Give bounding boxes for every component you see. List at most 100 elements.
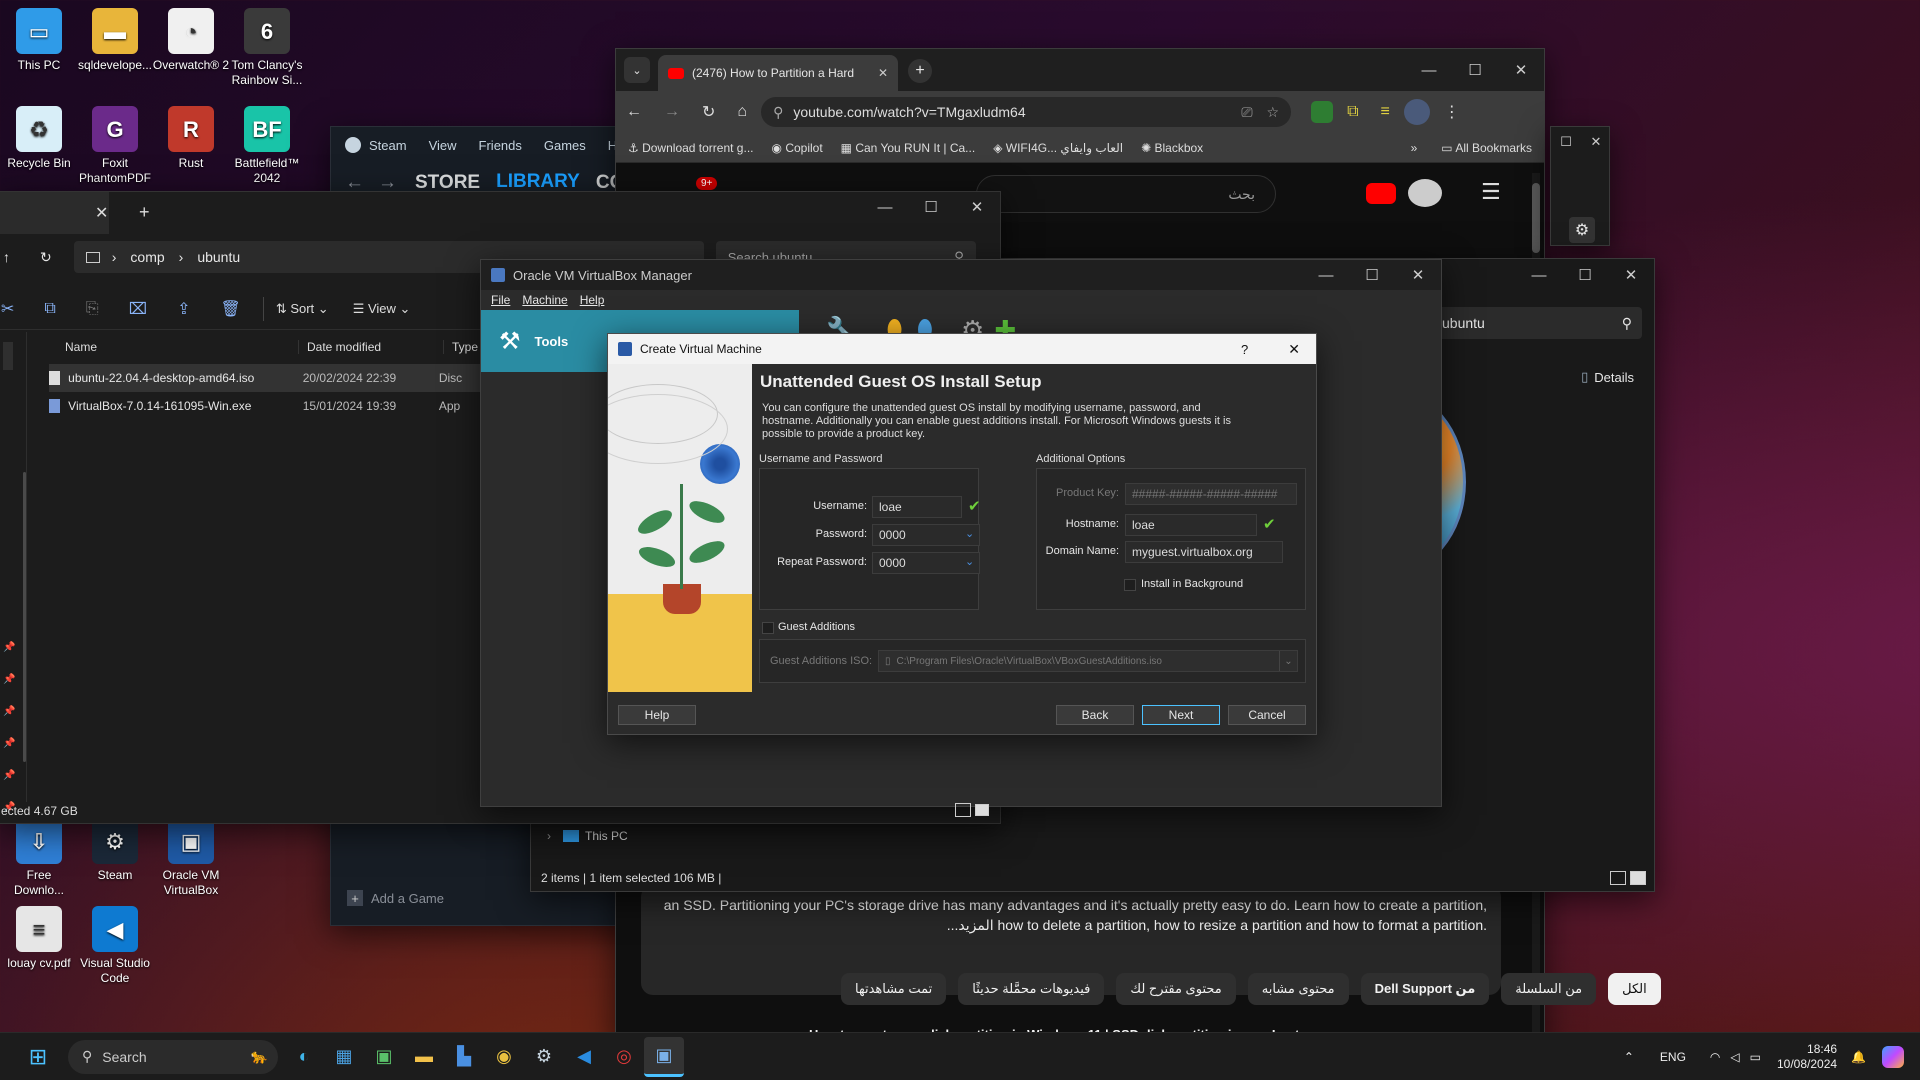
paste-icon[interactable]: ⎘ [86,300,99,318]
reading-list-icon[interactable]: ≡ [1381,103,1390,121]
filter-chip[interactable]: تمت مشاهدتها [841,973,947,1005]
desktop-icon[interactable]: R Rust [152,106,230,171]
repeat-visibility-icon[interactable]: ⌄ [965,555,974,568]
menu-machine[interactable]: Machine [522,293,567,307]
tab-close-icon[interactable]: ✕ [878,66,888,80]
tab-youtube[interactable]: (2476) How to Partition a Hard ✕ [658,55,898,91]
close-icon[interactable]: ✕ [954,192,1000,222]
edge-icon[interactable]: ◐ [284,1037,324,1077]
view-toggle[interactable] [1610,871,1646,885]
username-input[interactable] [872,496,962,518]
desktop-icon[interactable]: ▣ Oracle VM VirtualBox [152,818,230,898]
desktop-icon[interactable]: BF Battlefield™ 2042 [228,106,306,186]
menu-help[interactable]: Help [580,293,605,307]
close-icon[interactable]: ✕ [1498,49,1544,91]
chrome-menu-icon[interactable]: ⋮ [1444,102,1460,122]
maximize-icon[interactable]: ☐ [1562,259,1608,291]
notification-bell-icon[interactable]: 🔔 [1851,1050,1866,1064]
filter-chip[interactable]: فيديوهات محمَّلة حديثًا [958,973,1105,1005]
details-view-icon[interactable] [955,803,971,817]
desktop-icon[interactable]: ⇩ Free Downlo... [0,818,78,898]
bookmark-4[interactable]: ◈ WIFI4G... العاب وايفاي [993,141,1123,155]
tab-close-icon[interactable]: ✕ [95,203,108,223]
new-tab-icon[interactable]: + [908,59,932,83]
home-icon[interactable]: ⌂ [737,103,747,121]
password-input[interactable] [872,524,980,546]
tiles-view-icon[interactable] [975,804,989,816]
minimize-icon[interactable]: — [862,192,908,222]
address-bar[interactable]: ⚲ youtube.com/watch?v=TMgaxludm64 ⎚ ☆ [761,97,1292,127]
view-button[interactable]: ☰ View ⌄ [353,301,411,317]
bookmark-2[interactable]: ◉ Copilot [772,141,823,155]
ga-iso-select[interactable]: ▯ C:\Program Files\Oracle\VirtualBox\VBo… [878,650,1298,672]
game-app-icon[interactable]: ◎ [604,1037,644,1077]
explorer2-nav-this-pc[interactable]: › This PC [547,829,628,843]
desktop-icon[interactable]: ♻ Recycle Bin [0,106,78,171]
bookmark-5[interactable]: ✺ Blackbox [1141,141,1203,155]
youtube-avatar-icon[interactable] [1408,179,1442,207]
back-button[interactable]: Back [1056,705,1134,725]
notification-badge[interactable]: 9+ [696,177,718,190]
hamburger-menu-icon[interactable]: ☰ [1481,179,1501,205]
new-tab-icon[interactable]: + [139,202,150,223]
start-windows-icon[interactable]: ⊞ [18,1037,58,1077]
profile-avatar[interactable] [1403,99,1430,125]
details-view-icon[interactable] [1610,871,1626,885]
volume-icon[interactable]: ◁ [1730,1050,1739,1064]
install-background-label[interactable]: Install in Background [1141,578,1243,590]
repeat-password-input[interactable] [872,552,980,574]
bookmark-1[interactable]: ⚓ Download torrent g... [628,141,754,155]
close-icon[interactable]: ✕ [1608,259,1654,291]
domain-input[interactable] [1125,541,1283,563]
taskbar-search[interactable]: ⚲ Search 🐆 [68,1039,278,1074]
filter-chip[interactable]: محتوى مقترح لك [1116,973,1236,1005]
explorer-view-toggle[interactable] [955,803,989,817]
column-date[interactable]: Date modified [299,340,444,354]
steam-icon[interactable]: ⚙ [524,1037,564,1077]
breadcrumb-comp[interactable]: comp [130,249,164,265]
desktop-icon[interactable]: ▬ sqldevelope... [76,8,154,73]
minimize-icon[interactable]: — [1303,260,1349,290]
lens-app-icon[interactable]: ▙ [444,1037,484,1077]
copy-icon[interactable]: ⧉ [44,300,55,318]
filter-chip[interactable]: محتوى مشابه [1247,973,1349,1005]
site-info-icon[interactable]: ⚲ [773,104,783,121]
youtube-logo-icon[interactable] [1366,183,1396,204]
language-indicator[interactable]: ENG [1660,1050,1686,1064]
cut-icon[interactable]: ✂ [1,299,14,319]
tiles-view-icon[interactable] [1630,871,1646,885]
menu-file[interactable]: File [491,293,510,307]
file-row[interactable]: VirtualBox-7.0.14-161095-Win.exe 15/01/20… [49,392,489,420]
add-game-button[interactable]: + Add a Game [347,890,444,906]
desktop-icon[interactable]: ⚙ Steam [76,818,154,883]
close-icon[interactable]: ✕ [1395,260,1441,290]
chevron-up-icon[interactable]: ⌃ [1624,1050,1634,1064]
vscode-icon[interactable]: ◀ [564,1037,604,1077]
battery-icon[interactable]: ▭ [1750,1050,1761,1064]
explorer2-search[interactable]: ubuntu ⚲ [1432,307,1642,339]
guest-additions-label[interactable]: Guest Additions [778,621,855,633]
copilot-icon[interactable] [1882,1046,1904,1068]
guest-additions-checkbox[interactable] [762,622,774,634]
maximize-icon[interactable]: ☐ [908,192,954,222]
nav-scrollbar[interactable] [23,472,26,762]
virtualbox-taskbar-icon[interactable]: ▣ [644,1036,684,1077]
next-button[interactable]: Next [1142,705,1220,725]
back-icon[interactable]: ← [626,103,642,121]
steam-menu-view[interactable]: View [429,138,457,153]
install-background-checkbox[interactable] [1124,579,1136,591]
maximize-icon[interactable]: ☐ [1452,49,1498,91]
file-row[interactable]: ubuntu-22.04.4-desktop-amd64.iso 20/02/20… [49,364,489,392]
file-explorer-icon[interactable]: ▬ [404,1037,444,1077]
explorer-tab[interactable]: ✕ [0,192,109,234]
sort-button[interactable]: ⇅ Sort ⌄ [276,301,329,317]
details-button[interactable]: ▯ Details [1581,369,1634,385]
refresh-icon[interactable]: ↻ [40,249,52,266]
minimize-icon[interactable]: — [1406,49,1452,91]
store-icon[interactable]: ▦ [324,1037,364,1077]
breadcrumb-ubuntu[interactable]: ubuntu [197,249,240,265]
filter-chip[interactable]: من السلسلة [1501,973,1597,1005]
rename-icon[interactable]: ⌧ [129,299,147,319]
desktop-icon[interactable]: 6 Tom Clancy's Rainbow Si... [228,8,306,88]
help-question-icon[interactable]: ? [1241,342,1248,357]
